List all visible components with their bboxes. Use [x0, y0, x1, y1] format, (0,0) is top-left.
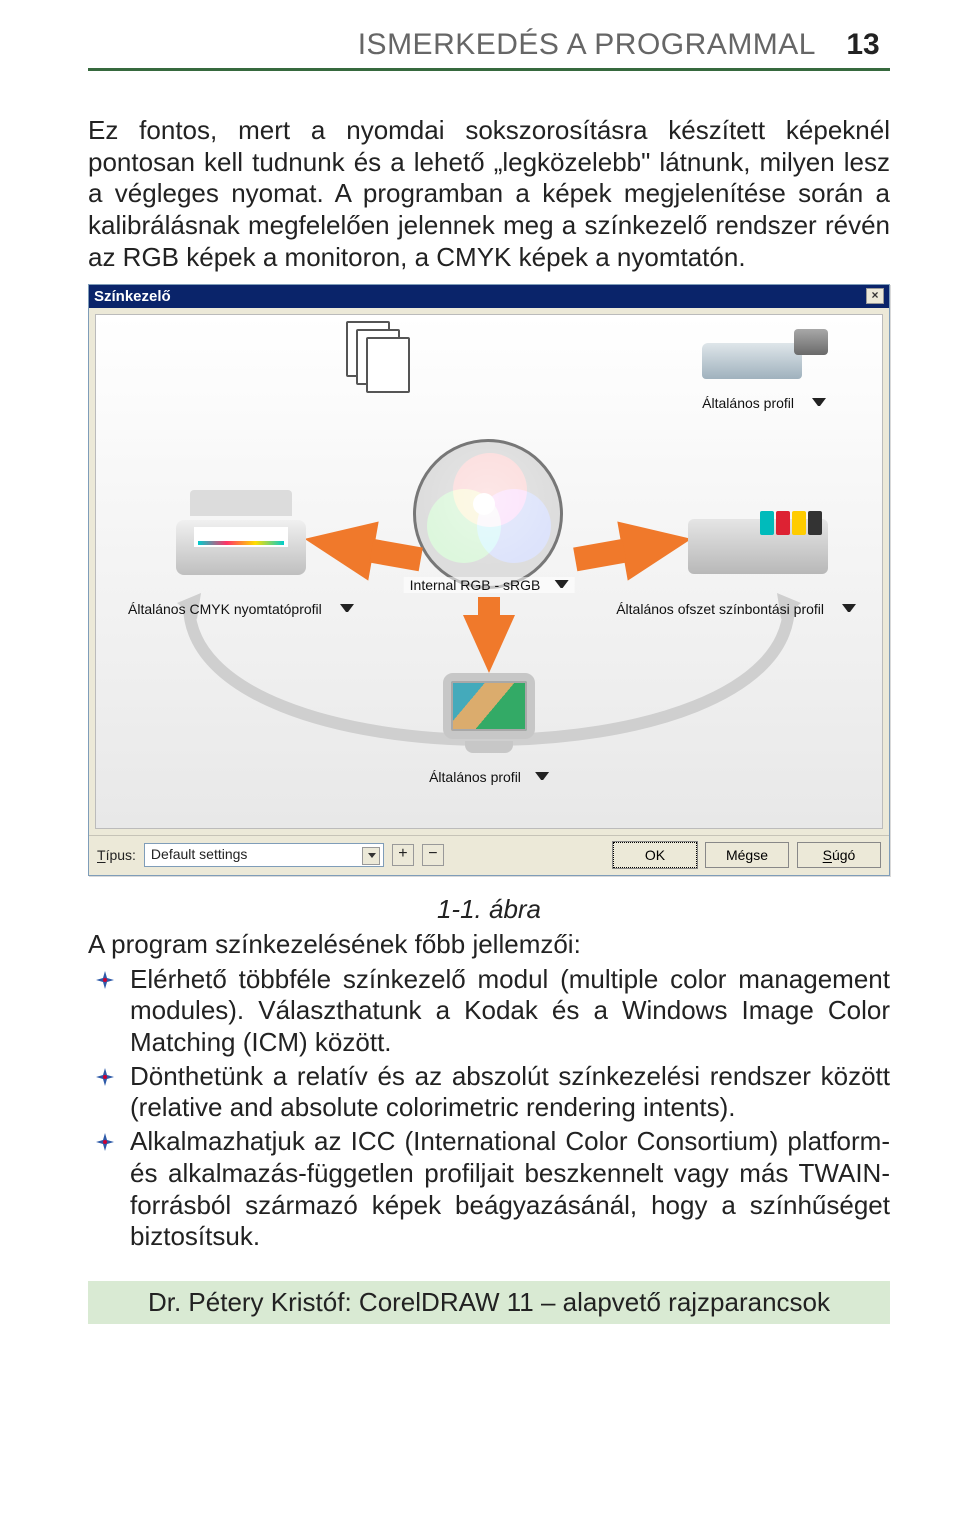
ok-button[interactable]: OK	[613, 842, 697, 868]
monitor-icon	[435, 673, 543, 763]
page-footer: Dr. Pétery Kristóf: CorelDRAW 11 – alapv…	[88, 1281, 890, 1324]
type-select-value: Default settings	[151, 846, 248, 862]
press-profile-dropdown[interactable]: Általános ofszet színbontási profil	[616, 601, 856, 617]
color-manager-dialog: Színkezelő × Általános profil	[88, 284, 890, 876]
chevron-down-icon	[812, 398, 826, 408]
add-preset-button[interactable]: +	[392, 844, 414, 866]
cancel-button[interactable]: Mégse	[705, 842, 789, 868]
star-bullet-icon	[96, 1068, 114, 1086]
dialog-footer: Típus: Default settings + − OK Mégse Súg…	[89, 835, 889, 875]
printer-profile-label: Általános CMYK nyomtatóprofil	[128, 601, 322, 617]
monitor-profile-dropdown[interactable]: Általános profil	[429, 769, 549, 785]
close-icon[interactable]: ×	[866, 288, 884, 304]
star-bullet-icon	[96, 1133, 114, 1151]
printer-icon	[176, 490, 306, 575]
arrow-right-icon	[617, 509, 696, 580]
list-item: Alkalmazhatjuk az ICC (International Col…	[88, 1126, 890, 1253]
chapter-title: ISMERKEDÉS A PROGRAMMAL	[358, 28, 816, 62]
scanner-profile-label: Általános profil	[702, 395, 794, 411]
feature-list: Elérhető többféle színkezelő modul (mult…	[88, 964, 890, 1253]
type-label: Típus:	[97, 847, 136, 863]
header-rule	[88, 68, 890, 71]
scanner-icon	[702, 325, 822, 379]
chevron-down-icon	[842, 604, 856, 614]
arrow-down-icon	[463, 615, 515, 673]
arrow-left-icon	[299, 509, 378, 580]
list-intro: A program színkezelésének főbb jellemzői…	[88, 929, 890, 960]
star-bullet-icon	[96, 971, 114, 989]
dialog-titlebar: Színkezelő ×	[89, 285, 889, 308]
monitor-profile-label: Általános profil	[429, 769, 521, 785]
dialog-title-text: Színkezelő	[94, 288, 171, 305]
press-profile-label: Általános ofszet színbontási profil	[616, 601, 824, 617]
internal-rgb-dropdown[interactable]: Internal RGB - sRGB	[404, 577, 575, 593]
list-item: Dönthetünk a relatív és az abszolút szín…	[88, 1061, 890, 1124]
chevron-down-icon	[535, 772, 549, 782]
rgb-venn-icon	[423, 455, 555, 573]
chevron-down-icon	[340, 604, 354, 614]
remove-preset-button[interactable]: −	[422, 844, 444, 866]
chevron-down-icon	[554, 580, 568, 590]
type-select[interactable]: Default settings	[144, 843, 384, 867]
dialog-canvas: Általános profil Általános CMYK nyomtató…	[95, 314, 883, 829]
page-number: 13	[836, 28, 890, 62]
help-button[interactable]: Súgó	[797, 842, 881, 868]
scanner-profile-dropdown[interactable]: Általános profil	[702, 395, 826, 411]
figure-caption: 1-1. ábra	[88, 894, 890, 925]
list-item: Elérhető többféle színkezelő modul (mult…	[88, 964, 890, 1059]
offset-press-icon	[688, 499, 828, 574]
internal-rgb-label: Internal RGB - sRGB	[410, 577, 541, 593]
intro-paragraph: Ez fontos, mert a nyomdai sokszorosításr…	[88, 115, 890, 274]
printer-profile-dropdown[interactable]: Általános CMYK nyomtatóprofil	[128, 601, 354, 617]
